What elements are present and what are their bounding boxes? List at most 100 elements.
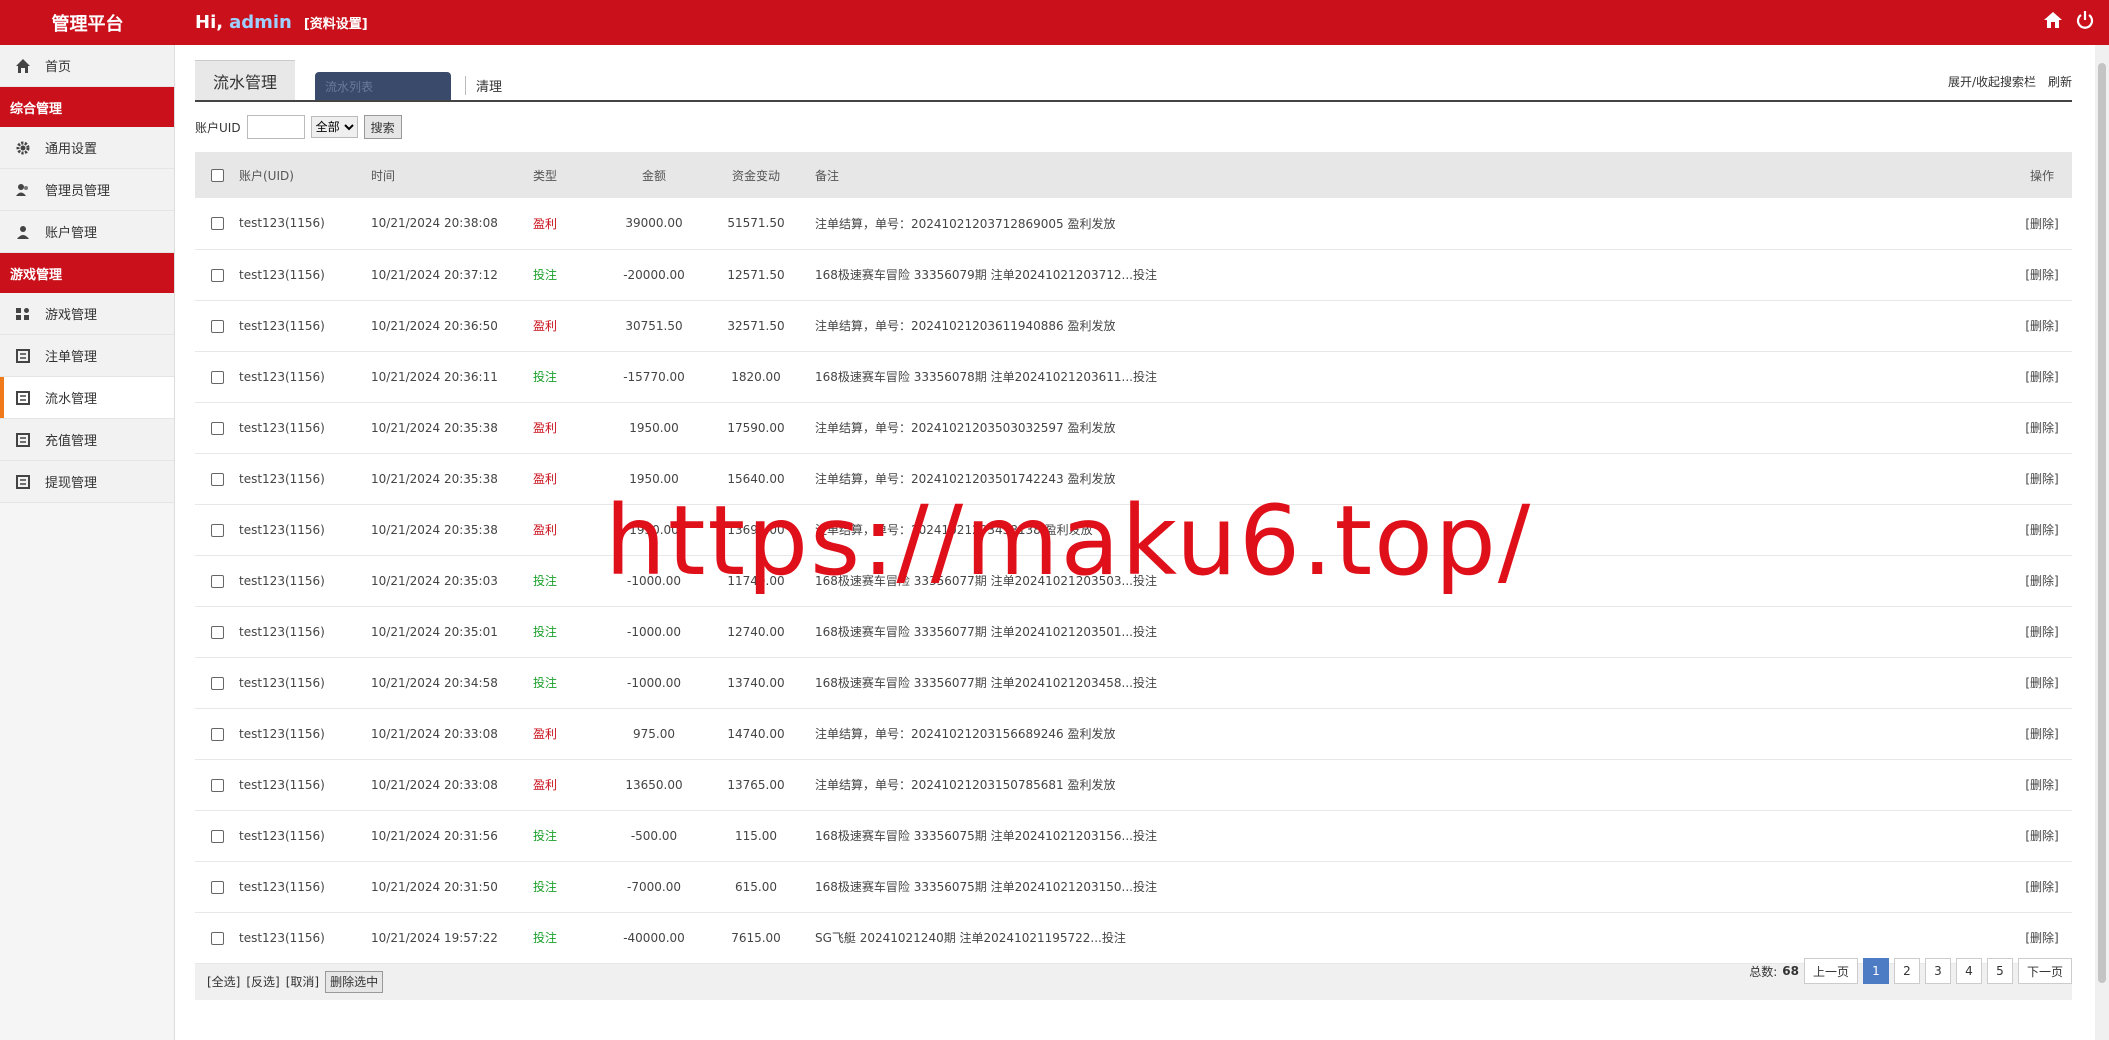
cell-type: 盈利 <box>533 421 558 435</box>
row-checkbox[interactable] <box>210 829 224 843</box>
tab-flow-manage[interactable]: 流水管理 <box>195 60 296 100</box>
sidebar-item-admin-manage[interactable]: 管理员管理 <box>0 169 174 211</box>
sidebar-item-bet-manage[interactable]: 注单管理 <box>0 335 174 377</box>
sidebar-item-general-settings[interactable]: 通用设置 <box>0 127 174 169</box>
table-row: test123(1156) 10/21/2024 20:35:03 投注 -1000.… <box>195 555 2072 606</box>
delete-link[interactable]: [删除] <box>2012 453 2072 504</box>
apps-icon <box>0 306 45 322</box>
page-2[interactable]: 2 <box>1893 958 1920 984</box>
row-checkbox[interactable] <box>210 625 224 639</box>
row-checkbox[interactable] <box>210 574 224 588</box>
delete-selected-button[interactable]: 删除选中 <box>325 970 384 993</box>
row-checkbox[interactable] <box>210 319 224 333</box>
delete-link[interactable]: [删除] <box>2012 351 2072 402</box>
cell-time: 10/21/2024 20:35:03 <box>371 573 498 588</box>
row-checkbox[interactable] <box>210 523 224 537</box>
greeting: Hi, admin [资料设置] <box>195 12 368 33</box>
delete-link[interactable]: [删除] <box>2012 606 2072 657</box>
toggle-search-link[interactable]: 展开/收起搜索栏 <box>1948 73 2036 90</box>
page-4[interactable]: 4 <box>1955 958 1982 984</box>
next-page-button[interactable]: 下一页 <box>2017 958 2072 984</box>
row-checkbox[interactable] <box>210 676 224 690</box>
delete-link[interactable]: [删除] <box>2012 810 2072 861</box>
type-select[interactable]: 全部 <box>310 116 358 138</box>
page-1[interactable]: 1 <box>1862 958 1889 984</box>
select-all-checkbox[interactable] <box>210 169 224 182</box>
scrollbar-thumb[interactable] <box>2098 63 2106 983</box>
sidebar-item-game-manage[interactable]: 游戏管理 <box>0 293 174 335</box>
cell-amount: 39000.00 <box>625 216 683 231</box>
delete-link[interactable]: [删除] <box>2012 249 2072 300</box>
list-icon <box>0 474 45 490</box>
cell-type: 投注 <box>533 880 558 894</box>
delete-link[interactable]: [删除] <box>2012 555 2072 606</box>
row-checkbox[interactable] <box>210 421 224 435</box>
uid-input[interactable] <box>246 115 305 139</box>
cell-note: SG飞艇 20241021240期 注单20241021195722...投注 <box>815 931 1126 945</box>
row-checkbox[interactable] <box>210 217 224 231</box>
invert-selection-link[interactable]: [反选] <box>246 973 279 990</box>
col-time: 时间 <box>371 168 396 183</box>
main-content: 流水管理 流水列表 清理 展开/收起搜索栏 刷新 账户UID 全部 搜索 账户(… <box>195 60 2072 1000</box>
delete-link[interactable]: [删除] <box>2012 504 2072 555</box>
page-5[interactable]: 5 <box>1986 958 2013 984</box>
sidebar-item-recharge-manage[interactable]: 充值管理 <box>0 419 174 461</box>
cell-note: 168极速赛车冒险 33356079期 注单20241021203712...投… <box>815 268 1157 282</box>
delete-link[interactable]: [删除] <box>2012 198 2072 249</box>
cell-change: 7615.00 <box>731 930 781 945</box>
sidebar-item-withdraw-manage[interactable]: 提现管理 <box>0 461 174 503</box>
cell-change: 13740.00 <box>727 675 785 690</box>
row-checkbox[interactable] <box>210 880 224 894</box>
search-button[interactable]: 搜索 <box>363 115 402 139</box>
row-checkbox[interactable] <box>210 472 224 486</box>
sidebar-item-account-manage[interactable]: 账户管理 <box>0 211 174 253</box>
cell-amount: -20000.00 <box>623 267 685 282</box>
cell-type: 投注 <box>533 370 558 384</box>
total-count: 68 <box>1782 964 1799 978</box>
row-checkbox[interactable] <box>210 727 224 741</box>
delete-link[interactable]: [删除] <box>2012 300 2072 351</box>
page-3[interactable]: 3 <box>1924 958 1951 984</box>
prev-page-button[interactable]: 上一页 <box>1803 958 1858 984</box>
cancel-selection-link[interactable]: [取消] <box>286 973 319 990</box>
row-checkbox[interactable] <box>210 778 224 792</box>
delete-link[interactable]: [删除] <box>2012 402 2072 453</box>
cell-account: test123(1156) <box>239 624 325 639</box>
sidebar-item-flow-manage[interactable]: 流水管理 <box>0 377 174 419</box>
sidebar-item-label: 提现管理 <box>45 476 98 491</box>
table-row: test123(1156) 10/21/2024 20:31:56 投注 -500.0… <box>195 810 2072 861</box>
sidebar-item-label: 游戏管理 <box>45 308 98 323</box>
table-header-row: 账户(UID) 时间 类型 金额 资金变动 备注 操作 <box>195 152 2072 198</box>
home-icon[interactable] <box>2043 10 2065 32</box>
select-all-link[interactable]: [全选] <box>207 973 240 990</box>
cell-amount: 1950.00 <box>629 471 679 486</box>
delete-link[interactable]: [删除] <box>2012 759 2072 810</box>
cell-type: 投注 <box>533 574 558 588</box>
refresh-link[interactable]: 刷新 <box>2048 73 2072 90</box>
row-checkbox[interactable] <box>210 931 224 945</box>
col-account: 账户(UID) <box>239 168 294 183</box>
sidebar-item-label: 首页 <box>45 60 72 75</box>
delete-link[interactable]: [删除] <box>2012 861 2072 912</box>
row-checkbox[interactable] <box>210 370 224 384</box>
tab-flow-list[interactable]: 流水列表 <box>315 72 452 100</box>
delete-link[interactable]: [删除] <box>2012 708 2072 759</box>
delete-link[interactable]: [删除] <box>2012 912 2072 963</box>
sidebar-group-general: 综合管理 <box>0 87 174 127</box>
cell-time: 10/21/2024 20:35:38 <box>371 471 498 486</box>
power-icon[interactable] <box>2075 10 2097 32</box>
table-row: test123(1156) 10/21/2024 20:38:08 盈利 39000.… <box>195 198 2072 249</box>
cell-time: 10/21/2024 20:36:11 <box>371 369 498 384</box>
profile-settings-link[interactable]: [资料设置] <box>304 13 368 32</box>
row-checkbox[interactable] <box>210 268 224 282</box>
app-logo-title: 管理平台 <box>51 13 124 35</box>
cell-time: 10/21/2024 20:34:58 <box>371 675 498 690</box>
cell-change: 14740.00 <box>727 726 785 741</box>
pagination: 总数: 68 上一页 1 2 3 4 5 下一页 <box>1749 958 2072 984</box>
delete-link[interactable]: [删除] <box>2012 657 2072 708</box>
sidebar-item-home[interactable]: 首页 <box>0 45 174 87</box>
cell-note: 168极速赛车冒险 33356075期 注单20241021203150...投… <box>815 880 1157 894</box>
sidebar-group-games: 游戏管理 <box>0 253 174 293</box>
page-scrollbar[interactable] <box>2095 45 2109 1040</box>
clear-button[interactable]: 清理 <box>465 76 502 95</box>
